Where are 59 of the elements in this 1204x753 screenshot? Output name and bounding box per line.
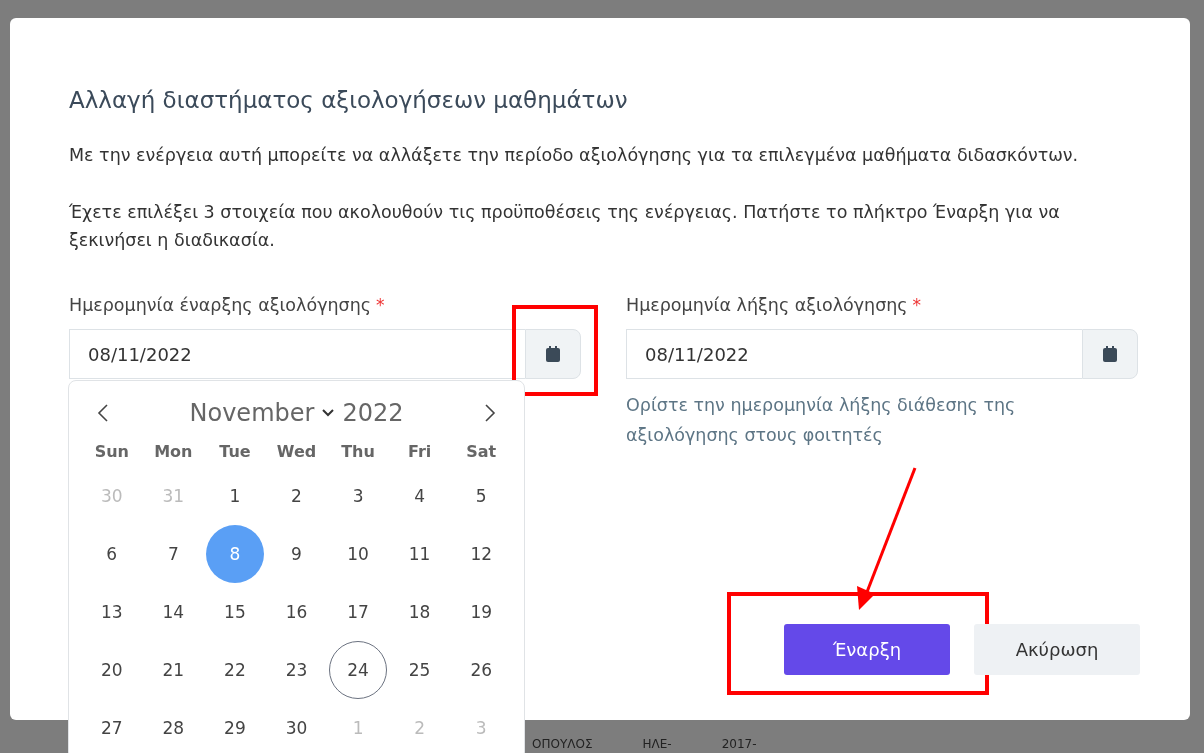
calendar-day[interactable]: 28 — [144, 699, 203, 753]
weekday-label: Sun — [93, 441, 130, 463]
calendar-day[interactable]: 9 — [267, 525, 326, 583]
calendar-day[interactable]: 3 — [329, 467, 388, 525]
calendar-day[interactable]: 1 — [205, 467, 264, 525]
date-input-field[interactable]: 08/11/2022 — [69, 329, 525, 379]
calendar-day[interactable]: 14 — [144, 583, 203, 641]
calendar-icon — [546, 346, 560, 362]
date-input-field[interactable]: 08/11/2022 — [626, 329, 1082, 379]
calendar-day[interactable]: 5 — [452, 467, 511, 525]
calendar-day[interactable]: 11 — [390, 525, 449, 583]
calendar-day[interactable]: 20 — [82, 641, 141, 699]
field-label: Ημερομηνία έναρξης αξιολόγησης — [69, 294, 372, 317]
weekday-label: Thu — [340, 441, 376, 463]
calendar-day[interactable]: 7 — [144, 525, 203, 583]
year-field[interactable]: 2022 — [342, 399, 404, 427]
calendar-day[interactable]: 23 — [267, 641, 326, 699]
required-mark: * — [376, 294, 385, 317]
table-cell: ΟΠΟΥΛΟΣ — [532, 737, 593, 751]
dialog-title: Αλλαγή διαστήματος αξιολογήσεων μαθημάτων — [69, 86, 629, 115]
weekday-label: Fri — [407, 441, 433, 463]
calendar-icon — [1103, 346, 1117, 362]
calendar-day[interactable]: 10 — [329, 525, 388, 583]
description-text: Έχετε επιλέξει 3 στοιχεία που ακολουθούν τις προϋποθέσεις της ενέργειας. Πατήστε το πλήκτρο Έναρξη για να ξεκινήσει η διαδικασία. — [69, 201, 1061, 252]
weekday-label: Sat — [465, 441, 498, 463]
table-cell: ΗΛΕ- — [642, 737, 672, 751]
calendar-day[interactable]: 26 — [452, 641, 511, 699]
calendar-day[interactable]: 15 — [205, 583, 264, 641]
calendar-day[interactable]: 16 — [267, 583, 326, 641]
dialog-button[interactable]: Ακύρωση — [974, 624, 1140, 675]
calendar-day[interactable]: 30 — [267, 699, 326, 753]
calendar-button[interactable] — [525, 329, 581, 379]
calendar-day[interactable]: 29 — [205, 699, 264, 753]
weekday-label: Wed — [275, 441, 318, 463]
calendar-day[interactable]: 19 — [452, 583, 511, 641]
chevron-right-icon[interactable] — [484, 403, 496, 423]
month-select[interactable]: November — [189, 399, 315, 427]
calendar-day[interactable]: 6 — [82, 525, 141, 583]
weekday-label: Tue — [218, 441, 252, 463]
calendar-day[interactable]: 25 — [390, 641, 449, 699]
calendar-day[interactable]: 4 — [390, 467, 449, 525]
required-mark: * — [912, 294, 922, 317]
table-cell: 2017- — [721, 737, 757, 751]
weekday-label: Mon — [153, 441, 194, 463]
calendar-day[interactable]: 17 — [329, 583, 388, 641]
calendar-day[interactable]: 13 — [82, 583, 141, 641]
calendar-day[interactable]: 12 — [452, 525, 511, 583]
help-text: Ορίστε την ημερομηνία λήξης διάθεσης της αξιολόγησης στους φοιτητές — [626, 394, 1017, 447]
description-text: Με την ενέργεια αυτή μπορείτε να αλλάξετε την περίοδο αξιολόγησης για τα επιλεγμένα μαθήματα διδασκόντων. — [69, 144, 1080, 167]
calendar-day[interactable]: 21 — [144, 641, 203, 699]
chevron-left-icon[interactable] — [97, 403, 109, 423]
calendar-day[interactable]: 27 — [82, 699, 141, 753]
caret-icon — [322, 409, 335, 417]
field-label: Ημερομηνία λήξης αξιολόγησης — [626, 294, 908, 317]
calendar-day[interactable]: 2 — [267, 467, 326, 525]
dialog-button[interactable]: Έναρξη — [784, 624, 950, 675]
calendar-button[interactable] — [1082, 329, 1138, 379]
calendar-day[interactable]: 22 — [205, 641, 264, 699]
calendar-day[interactable]: 18 — [390, 583, 449, 641]
